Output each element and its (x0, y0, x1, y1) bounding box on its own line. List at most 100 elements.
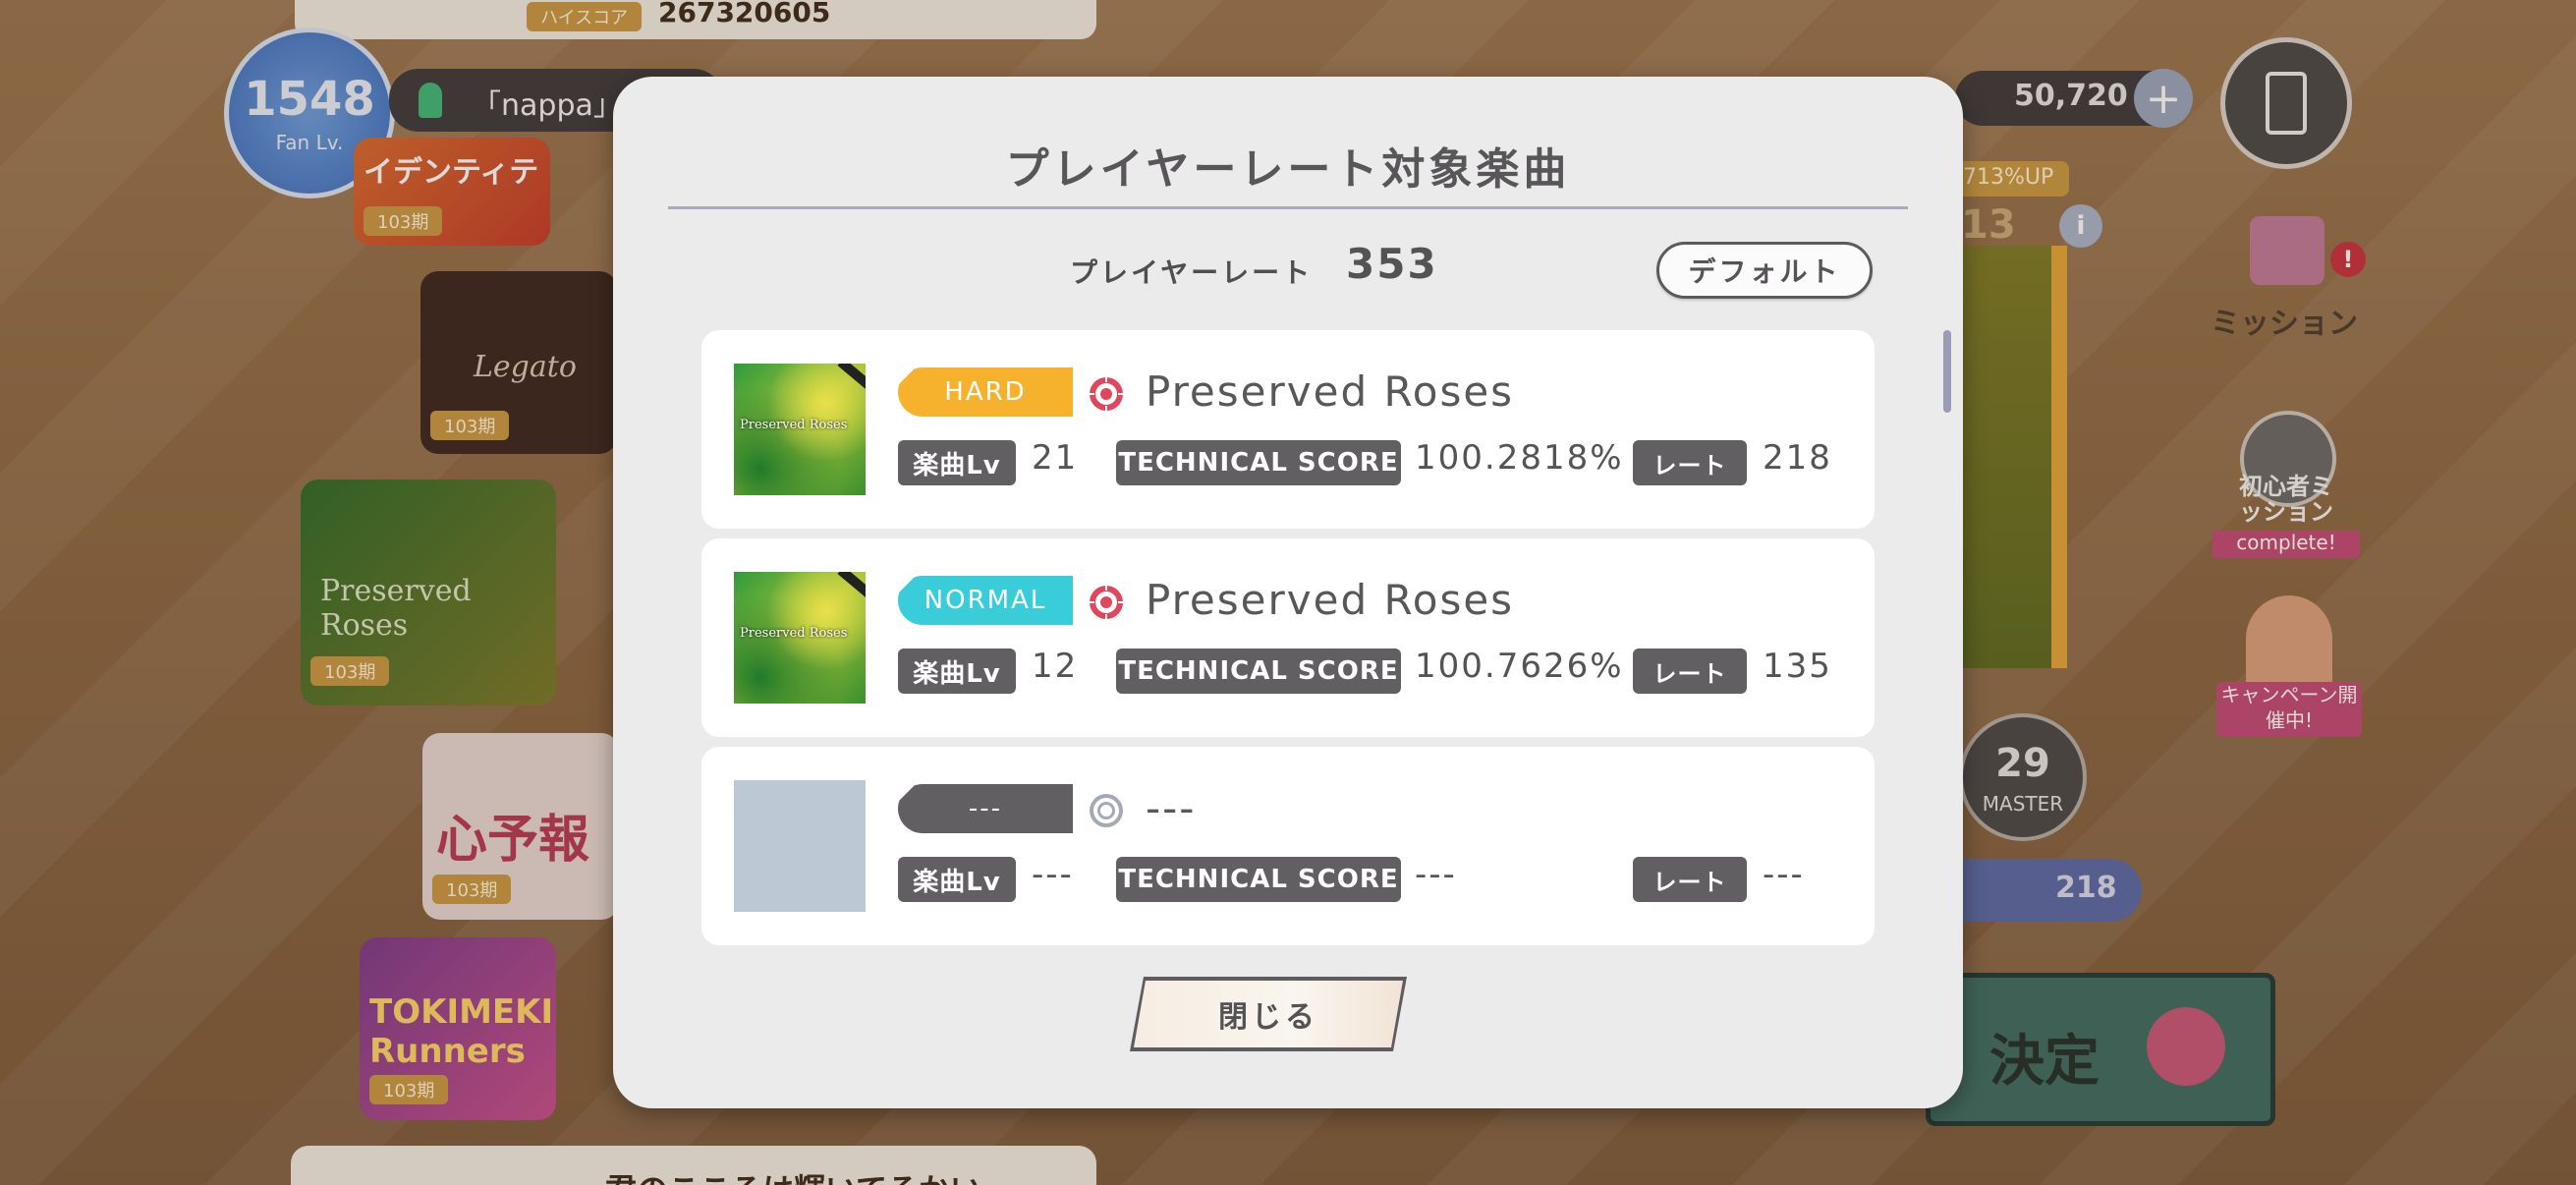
rose-attribute-icon (1089, 585, 1124, 620)
rated-song-row[interactable]: Preserved Roses HARD Preserved Roses 楽曲L… (701, 330, 1875, 529)
bg-song-card-title: Legato (474, 350, 577, 384)
rate-chip: レート (1633, 857, 1747, 902)
bg-song-card-tag: 103期 (364, 206, 443, 236)
level-chip: 楽曲Lv (898, 857, 1016, 902)
master-badge[interactable]: 29 MASTER (1959, 713, 2087, 841)
bg-song-card-tag: 103期 (369, 1075, 449, 1104)
empty-attribute-icon (1090, 794, 1123, 827)
difficulty-label: NORMAL (924, 586, 1047, 615)
difficulty-badge: --- (898, 784, 1073, 833)
jacket-art: Preserved Roses (734, 572, 866, 704)
song-title: --- (1146, 784, 1197, 832)
technical-score-value: 100.2818% (1415, 438, 1624, 478)
mission-button[interactable]: ! ミッション (2211, 216, 2366, 354)
close-button-label: 閉じる (1218, 1000, 1318, 1035)
jacket-art: Preserved Roses (734, 364, 866, 495)
bg-highscore-value: 267320605 (658, 0, 831, 28)
song-title: Preserved Roses (1146, 367, 1515, 416)
song-jacket: Preserved Roses (734, 364, 866, 495)
mission-alert-icon: ! (2330, 242, 2366, 277)
technical-score-chip: TECHNICAL SCORE (1116, 857, 1401, 902)
jacket-ribbon (837, 572, 866, 599)
difficulty-label: --- (968, 794, 1003, 823)
campaign-character-icon (2246, 595, 2332, 694)
player-icon (419, 83, 442, 118)
currency-value: 50,720 (2014, 79, 2128, 113)
bg-song-card[interactable]: Legato 103期 (420, 271, 617, 454)
rated-song-row-empty[interactable]: --- --- 楽曲Lv --- TECHNICAL SCORE --- レート… (701, 747, 1875, 945)
player-rate-label: プレイヤーレート (1070, 256, 1314, 289)
bg-song-card-tag: 103期 (310, 656, 390, 686)
bonus-value: 13 (1961, 202, 2016, 248)
bg-rate-bar: 218 (1945, 859, 2142, 922)
phone-icon (2266, 72, 2307, 135)
bg-song-card-title: 心予報 (436, 811, 590, 870)
player-name: 「nappa」 (472, 88, 623, 123)
level-chip: 楽曲Lv (898, 649, 1016, 694)
default-sort-button[interactable]: デフォルト (1656, 242, 1873, 299)
technical-score-value: 100.7626% (1415, 647, 1624, 686)
jacket-text: Preserved Roses (740, 626, 848, 641)
bg-song-card[interactable]: 君のこころは輝いてるかい (291, 1146, 1096, 1185)
technical-score-chip: TECHNICAL SCORE (1116, 649, 1401, 694)
bg-song-card-title: Preserved Roses (320, 574, 472, 643)
bg-highscore-strip: ハイスコア 267320605 (295, 0, 1096, 39)
list-scrollbar-thumb[interactable] (1943, 330, 1951, 413)
bg-song-card[interactable]: イデンティティ 103期 (354, 138, 550, 246)
jacket-ribbon (837, 364, 866, 391)
player-rate-value: 353 (1346, 240, 1438, 288)
beginner-complete-label: complete! (2212, 531, 2360, 558)
fan-level-value: 1548 (244, 72, 375, 127)
rate-chip: レート (1633, 440, 1747, 485)
song-rate-value: 135 (1763, 647, 1832, 686)
song-jacket: Preserved Roses (734, 572, 866, 704)
technical-score-chip: TECHNICAL SCORE (1116, 440, 1401, 485)
phone-menu-button[interactable] (2220, 37, 2352, 169)
rose-attribute-icon (1089, 376, 1124, 412)
bg-song-card[interactable]: Preserved Roses 103期 (301, 480, 556, 705)
song-level-value: 12 (1032, 647, 1079, 686)
song-level-value: --- (1032, 855, 1074, 894)
difficulty-badge: NORMAL (898, 576, 1073, 625)
difficulty-badge: HARD (898, 367, 1073, 417)
bg-song-card[interactable]: 心予報 103期 (422, 733, 619, 920)
bonus-badge: 713%UP (1955, 161, 2069, 197)
campaign-button[interactable]: キャンペーン開催中! (2211, 595, 2368, 753)
microphone-icon (2147, 1007, 2225, 1086)
song-level-value: 21 (1032, 438, 1079, 478)
level-chip: 楽曲Lv (898, 440, 1016, 485)
close-button[interactable]: 閉じる (1130, 977, 1407, 1051)
mission-label: ミッション (2211, 307, 2358, 341)
bg-rate-value: 218 (2055, 871, 2117, 905)
technical-score-value: --- (1415, 855, 1457, 894)
song-rate-value: --- (1763, 855, 1805, 894)
beginner-mission-label: 初心者ミッション (2239, 473, 2333, 526)
master-label: MASTER (1982, 792, 2064, 816)
gift-icon (2250, 216, 2324, 285)
bg-selected-jacket (1961, 246, 2067, 668)
add-currency-button[interactable]: + (2134, 69, 2193, 128)
decide-button[interactable]: 決定 (1926, 973, 2275, 1126)
campaign-label: キャンペーン開催中! (2216, 682, 2362, 737)
rate-chip: レート (1633, 649, 1747, 694)
bg-bottom-song-title: 君のこころは輝いてるかい (605, 1165, 981, 1185)
bg-song-card[interactable]: TOKIMEKI Runners 103期 (360, 937, 556, 1120)
song-rate-value: 218 (1763, 438, 1832, 478)
jacket-empty (734, 780, 866, 912)
info-icon[interactable]: i (2059, 204, 2102, 248)
bg-song-card-title: TOKIMEKI Runners (369, 992, 554, 1071)
song-title: Preserved Roses (1146, 576, 1515, 624)
rated-song-row[interactable]: Preserved Roses NORMAL Preserved Roses 楽… (701, 538, 1875, 737)
jacket-text: Preserved Roses (740, 418, 848, 432)
bonus-label: 713%UP (1963, 165, 2054, 190)
difficulty-label: HARD (944, 377, 1027, 407)
beginner-mission-button[interactable]: 初心者ミッション complete! (2211, 403, 2368, 570)
decide-label: 決定 (1989, 1030, 2100, 1094)
bg-song-card-tag: 103期 (430, 411, 510, 440)
song-jacket-placeholder (734, 780, 866, 912)
dialog-title: プレイヤーレート対象楽曲 (1005, 144, 1571, 195)
player-rate-songs-dialog: プレイヤーレート対象楽曲 プレイヤーレート 353 デフォルト Preserve… (613, 77, 1963, 1108)
bg-highscore-label: ハイスコア (527, 2, 643, 31)
master-level: 29 (1995, 741, 2050, 786)
bg-song-card-tag: 103期 (432, 875, 512, 904)
